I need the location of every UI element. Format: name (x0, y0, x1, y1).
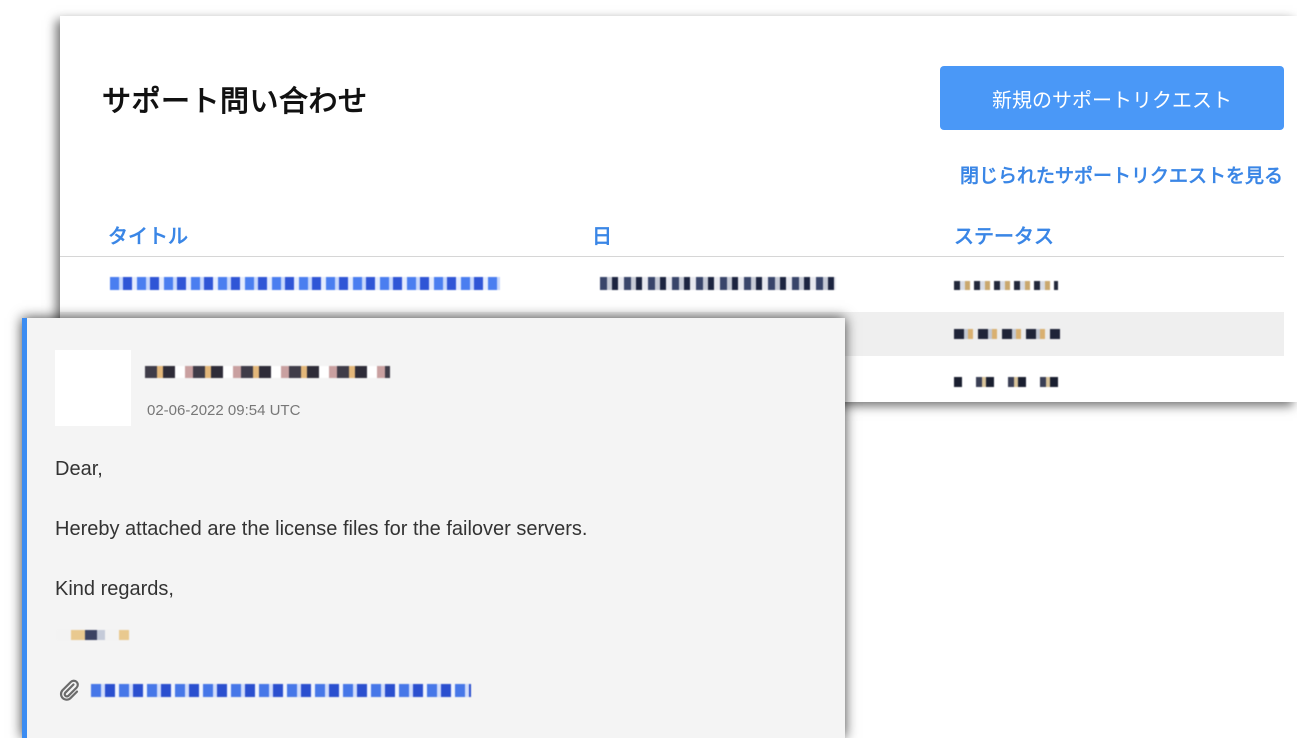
row-status (954, 374, 1058, 388)
column-header-status[interactable]: ステータス (954, 220, 1054, 249)
table-row[interactable] (60, 263, 1284, 307)
message-closing: Kind regards, (55, 578, 174, 600)
signature (57, 630, 129, 640)
message-greeting: Dear, (55, 458, 103, 480)
row-status (954, 326, 1060, 340)
attachment[interactable] (57, 678, 497, 702)
row-title-link[interactable] (110, 277, 500, 291)
avatar (55, 350, 131, 426)
page-title: サポート問い合わせ (102, 84, 368, 118)
column-header-date[interactable]: 日 (592, 220, 612, 249)
paperclip-icon (57, 678, 81, 702)
view-closed-requests-link[interactable]: 閉じられたサポートリクエストを見る (960, 161, 1283, 188)
column-header-title[interactable]: タイトル (108, 220, 188, 249)
message-timestamp: 02-06-2022 09:54 UTC (147, 402, 301, 419)
attachment-link[interactable] (91, 684, 471, 697)
new-support-request-button[interactable]: 新規のサポートリクエスト (940, 66, 1284, 130)
sender-name (145, 366, 390, 378)
row-date (600, 277, 836, 291)
message-body: Hereby attached are the license files fo… (55, 518, 588, 540)
message-panel: 02-06-2022 09:54 UTC Dear, Hereby attach… (22, 318, 845, 738)
row-status (954, 277, 1058, 291)
table-header: タイトル 日 ステータス (60, 220, 1284, 257)
